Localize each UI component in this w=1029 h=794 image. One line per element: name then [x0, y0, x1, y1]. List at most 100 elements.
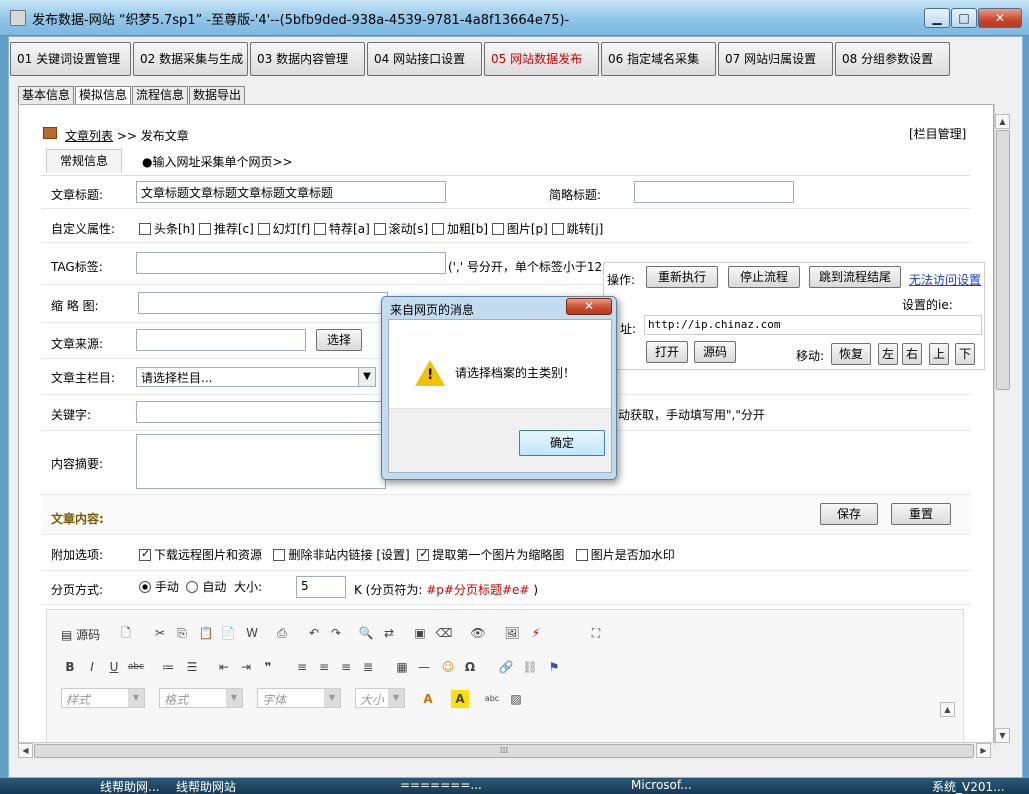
scroll-left-arrow[interactable]: ◀: [18, 743, 33, 758]
move-right-button[interactable]: 右: [902, 343, 922, 365]
minimize-button[interactable]: ▁: [924, 8, 950, 28]
outdent-icon[interactable]: ⇤: [215, 658, 233, 676]
keyword-input[interactable]: [136, 401, 396, 423]
bullet-list-icon[interactable]: ☰: [183, 658, 201, 676]
nav-domain-collect[interactable]: 06 指定域名采集: [601, 42, 716, 76]
remove-format-icon[interactable]: ⌫: [435, 624, 453, 642]
view-source-button[interactable]: 源码: [694, 341, 736, 363]
size-input[interactable]: 5: [296, 576, 346, 598]
redo-icon[interactable]: ↷: [327, 624, 345, 642]
format-select[interactable]: 格式 ▼: [159, 688, 243, 708]
tab-normal-info[interactable]: 常规信息: [46, 149, 122, 173]
nav-site-ownership[interactable]: 07 网站归属设置: [718, 42, 833, 76]
tab-flow-info[interactable]: 流程信息: [132, 86, 189, 104]
attr-redirect[interactable]: 跳转[j]: [551, 222, 603, 236]
nav-site-interface[interactable]: 04 网站接口设置: [367, 42, 482, 76]
paging-manual-radio[interactable]: 手动: [139, 580, 179, 594]
remove-links-checkbox[interactable]: 删除非站内链接: [273, 548, 372, 562]
stop-flow-button[interactable]: 停止流程: [728, 266, 800, 288]
ok-button[interactable]: 确定: [519, 430, 605, 456]
special-char-icon[interactable]: Ω: [461, 658, 479, 676]
watermark-checkbox[interactable]: 图片是否加水印: [575, 548, 675, 562]
strike-icon[interactable]: abc: [127, 658, 145, 676]
article-list-link[interactable]: 文章列表: [65, 129, 113, 143]
maximize-editor-icon[interactable]: ⛶: [587, 624, 605, 642]
smiley-icon[interactable]: ☺: [439, 658, 457, 676]
blockquote-icon[interactable]: ❞: [259, 658, 277, 676]
scroll-down-arrow[interactable]: ▼: [995, 728, 1010, 743]
editor-collapse-arrow[interactable]: ▲: [940, 702, 955, 717]
column-select[interactable]: 请选择栏目...: [136, 367, 376, 387]
h-scroll-thumb[interactable]: ⁞⁞⁞: [34, 744, 974, 758]
scroll-right-arrow[interactable]: ▶: [976, 743, 991, 758]
paste-text-icon[interactable]: 📄: [219, 624, 237, 642]
source-input[interactable]: [136, 329, 306, 351]
tab-data-export[interactable]: 数据导出: [189, 86, 246, 104]
paste-code-icon[interactable]: abc: [483, 690, 501, 708]
attr-recommend[interactable]: 推荐[c]: [198, 222, 254, 236]
justify-icon[interactable]: ≣: [359, 658, 377, 676]
text-color-icon[interactable]: A: [419, 690, 437, 708]
tab-url-collect[interactable]: ●输入网址采集单个网页>>: [142, 153, 293, 170]
summary-textarea[interactable]: [136, 434, 386, 489]
move-up-button[interactable]: 上: [929, 343, 949, 365]
replace-icon[interactable]: ⇄: [380, 624, 398, 642]
paging-auto-radio[interactable]: 自动: [186, 580, 226, 594]
save-button[interactable]: 保存: [820, 503, 878, 525]
copy-icon[interactable]: ⎘: [173, 624, 191, 642]
open-url-button[interactable]: 打开: [646, 341, 688, 363]
thumb-input[interactable]: [138, 292, 388, 314]
column-manage-link[interactable]: [栏目管理]: [909, 125, 966, 142]
select-all-icon[interactable]: ▣: [411, 624, 429, 642]
scroll-thumb[interactable]: [996, 130, 1010, 390]
page-horizontal-scrollbar[interactable]: ◀ ⁞⁞⁞ ▶: [18, 742, 994, 759]
editor-source-button[interactable]: ▤ 源码: [61, 626, 100, 643]
image-icon[interactable]: 🖼: [503, 624, 521, 642]
align-left-icon[interactable]: ≡: [293, 658, 311, 676]
tag-input[interactable]: [136, 252, 446, 274]
nav-keyword-settings[interactable]: 01 关键词设置管理: [10, 42, 131, 76]
taskbar-item-2[interactable]: 线帮助网站: [176, 778, 236, 794]
template-icon[interactable]: ▨: [507, 690, 525, 708]
dialog-close-button[interactable]: ✕: [566, 298, 612, 315]
bg-color-icon[interactable]: A: [451, 690, 469, 708]
attr-scroll[interactable]: 滚动[s]: [373, 222, 428, 236]
horizontal-rule-icon[interactable]: —: [415, 658, 433, 676]
move-down-button[interactable]: 下: [955, 343, 975, 365]
taskbar-item-3[interactable]: =======...: [400, 778, 482, 792]
paste-word-icon[interactable]: W: [243, 624, 261, 642]
taskbar-item-5[interactable]: 系统_V201...: [932, 778, 1005, 794]
link-icon[interactable]: 🔗: [497, 658, 515, 676]
short-title-input[interactable]: [634, 181, 794, 203]
nav-site-publish[interactable]: 05 网站数据发布: [484, 42, 599, 76]
chevron-down-icon[interactable]: ▼: [358, 368, 375, 386]
nav-content-manage[interactable]: 03 数据内容管理: [250, 42, 365, 76]
flash-icon[interactable]: ⚡: [527, 624, 545, 642]
tab-simulate-info[interactable]: 模拟信息: [75, 86, 132, 105]
print-icon[interactable]: ⎙: [273, 624, 291, 642]
font-select[interactable]: 字体 ▼: [257, 688, 341, 708]
align-right-icon[interactable]: ≡: [337, 658, 355, 676]
close-button[interactable]: ✕: [978, 8, 1022, 28]
title-input[interactable]: 文章标题文章标题文章标题文章标题: [136, 181, 446, 203]
ordered-list-icon[interactable]: ≔: [159, 658, 177, 676]
bold-icon[interactable]: B: [61, 658, 79, 676]
paste-icon[interactable]: 📋: [197, 624, 215, 642]
taskbar-item-4[interactable]: Microsof...: [631, 778, 692, 792]
attr-special[interactable]: 特荐[a]: [314, 222, 370, 236]
find-icon[interactable]: 🔍: [357, 624, 375, 642]
table-icon[interactable]: ▦: [393, 658, 411, 676]
no-access-settings-link[interactable]: 无法访问设置: [909, 271, 981, 288]
maximize-button[interactable]: □: [951, 8, 977, 28]
restore-position-button[interactable]: 恢复: [831, 343, 871, 365]
rerun-button[interactable]: 重新执行: [646, 266, 718, 288]
taskbar-item-1[interactable]: 线帮助网...: [100, 778, 159, 794]
align-center-icon[interactable]: ≡: [315, 658, 333, 676]
indent-icon[interactable]: ⇥: [237, 658, 255, 676]
attr-slideshow[interactable]: 幻灯[f]: [257, 222, 310, 236]
attr-headline[interactable]: 头条[h]: [139, 222, 195, 236]
undo-icon[interactable]: ↶: [305, 624, 323, 642]
tab-basic-info[interactable]: 基本信息: [18, 86, 75, 104]
nav-data-collection[interactable]: 02 数据采集与生成: [133, 42, 248, 76]
nav-group-params[interactable]: 08 分组参数设置: [835, 42, 950, 76]
